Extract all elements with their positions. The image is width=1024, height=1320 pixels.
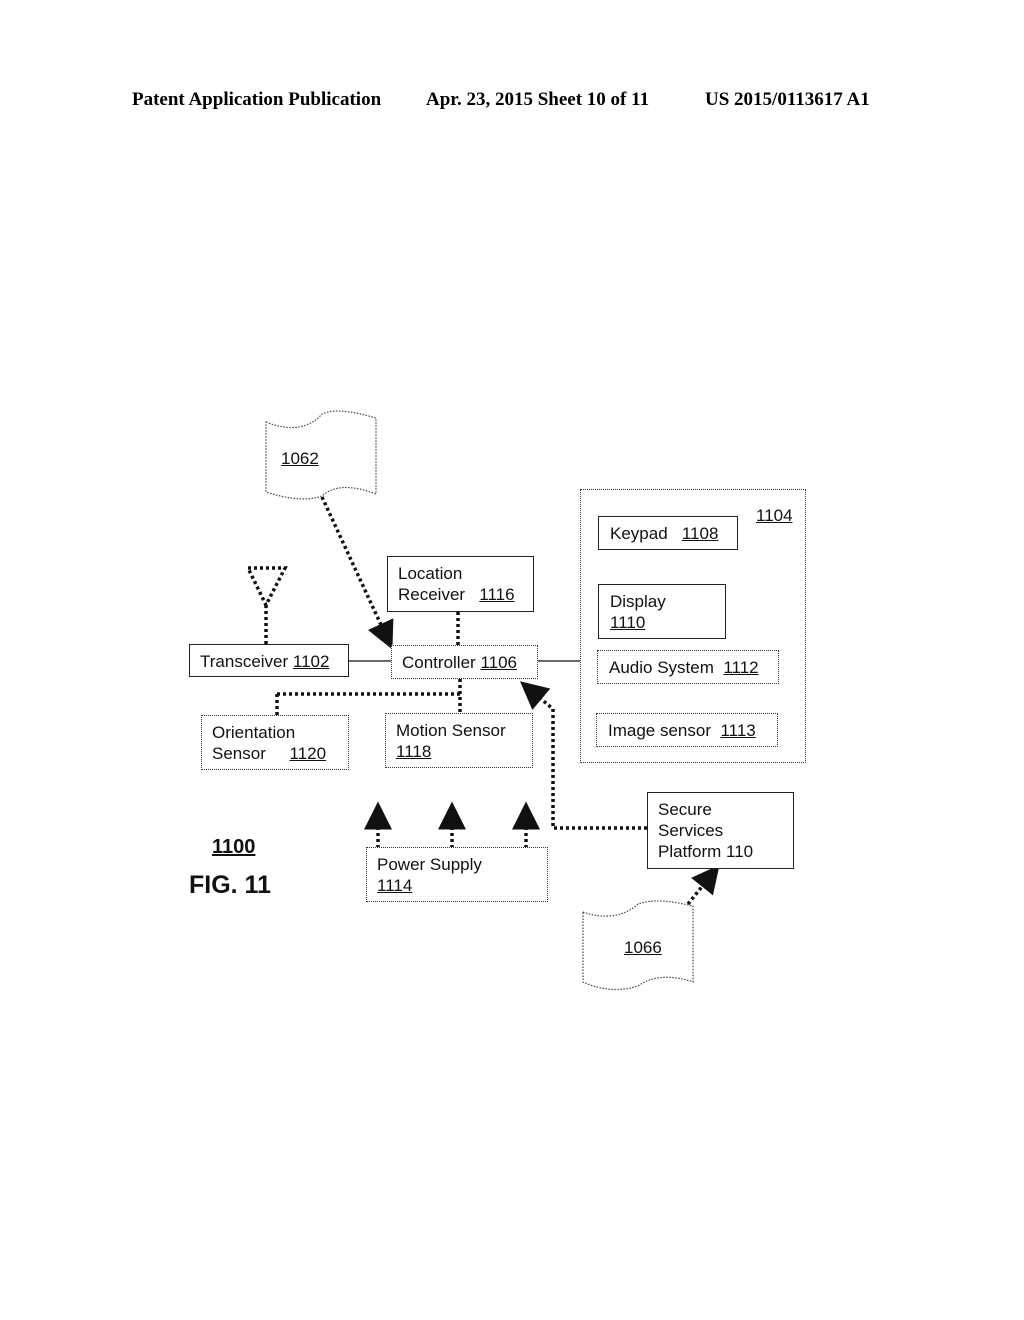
figure-ref: 1100 bbox=[212, 836, 256, 858]
audio-system-label: Audio System bbox=[609, 658, 714, 677]
location-receiver-block: Location Receiver 1116 bbox=[387, 556, 534, 612]
orientation-sensor-label1: Orientation bbox=[212, 723, 296, 742]
orientation-sensor-ref: 1120 bbox=[289, 744, 327, 763]
motion-sensor-block: Motion Sensor 1118 bbox=[385, 713, 533, 768]
figure-name: FIG. 11 bbox=[189, 871, 271, 899]
keypad-label: Keypad bbox=[610, 524, 668, 543]
controller-ref: 1106 bbox=[480, 653, 517, 672]
power-supply-label: Power Supply bbox=[377, 855, 482, 874]
transceiver-block: Transceiver 1102 bbox=[189, 644, 349, 677]
controller-block: Controller 1106 bbox=[391, 645, 538, 679]
controller-label: Controller bbox=[402, 653, 476, 672]
secure-services-block: Secure Services Platform 110 bbox=[647, 792, 794, 869]
secure-services-label3: Platform 110 bbox=[658, 842, 754, 861]
location-receiver-label1: Location bbox=[398, 564, 463, 583]
link-1066-secure bbox=[686, 864, 720, 906]
orientation-sensor-block: Orientation Sensor 1120 bbox=[201, 715, 349, 770]
image-sensor-ref: 1113 bbox=[720, 721, 756, 740]
motion-sensor-label: Motion Sensor bbox=[396, 721, 506, 740]
power-supply-block: Power Supply 1114 bbox=[366, 847, 548, 902]
ui-group-ref: 1104 bbox=[756, 506, 793, 525]
document-1066-label: 1066 bbox=[624, 938, 662, 957]
display-label: Display bbox=[610, 592, 666, 611]
link-1062-controller bbox=[320, 496, 394, 650]
keypad-ref: 1108 bbox=[681, 524, 719, 543]
image-sensor-block: Image sensor 1113 bbox=[596, 713, 778, 747]
audio-system-block: Audio System 1112 bbox=[597, 650, 779, 684]
location-receiver-label2: Receiver bbox=[398, 585, 466, 604]
motion-sensor-ref: 1118 bbox=[396, 742, 432, 761]
document-1062-label: 1062 bbox=[281, 449, 319, 468]
orientation-sensor-label2: Sensor bbox=[212, 744, 266, 763]
transceiver-label: Transceiver bbox=[200, 652, 289, 671]
location-receiver-ref: 1116 bbox=[479, 585, 515, 604]
antenna-icon bbox=[245, 566, 288, 609]
keypad-block: Keypad 1108 bbox=[598, 516, 738, 550]
secure-services-label2: Services bbox=[658, 821, 724, 840]
image-sensor-label: Image sensor bbox=[608, 721, 711, 740]
display-ref: 1110 bbox=[610, 613, 646, 632]
audio-system-ref: 1112 bbox=[723, 658, 759, 677]
display-block: Display 1110 bbox=[598, 584, 726, 639]
power-supply-ref: 1114 bbox=[377, 876, 413, 895]
secure-services-label1: Secure bbox=[658, 800, 712, 819]
transceiver-ref: 1102 bbox=[292, 652, 330, 671]
